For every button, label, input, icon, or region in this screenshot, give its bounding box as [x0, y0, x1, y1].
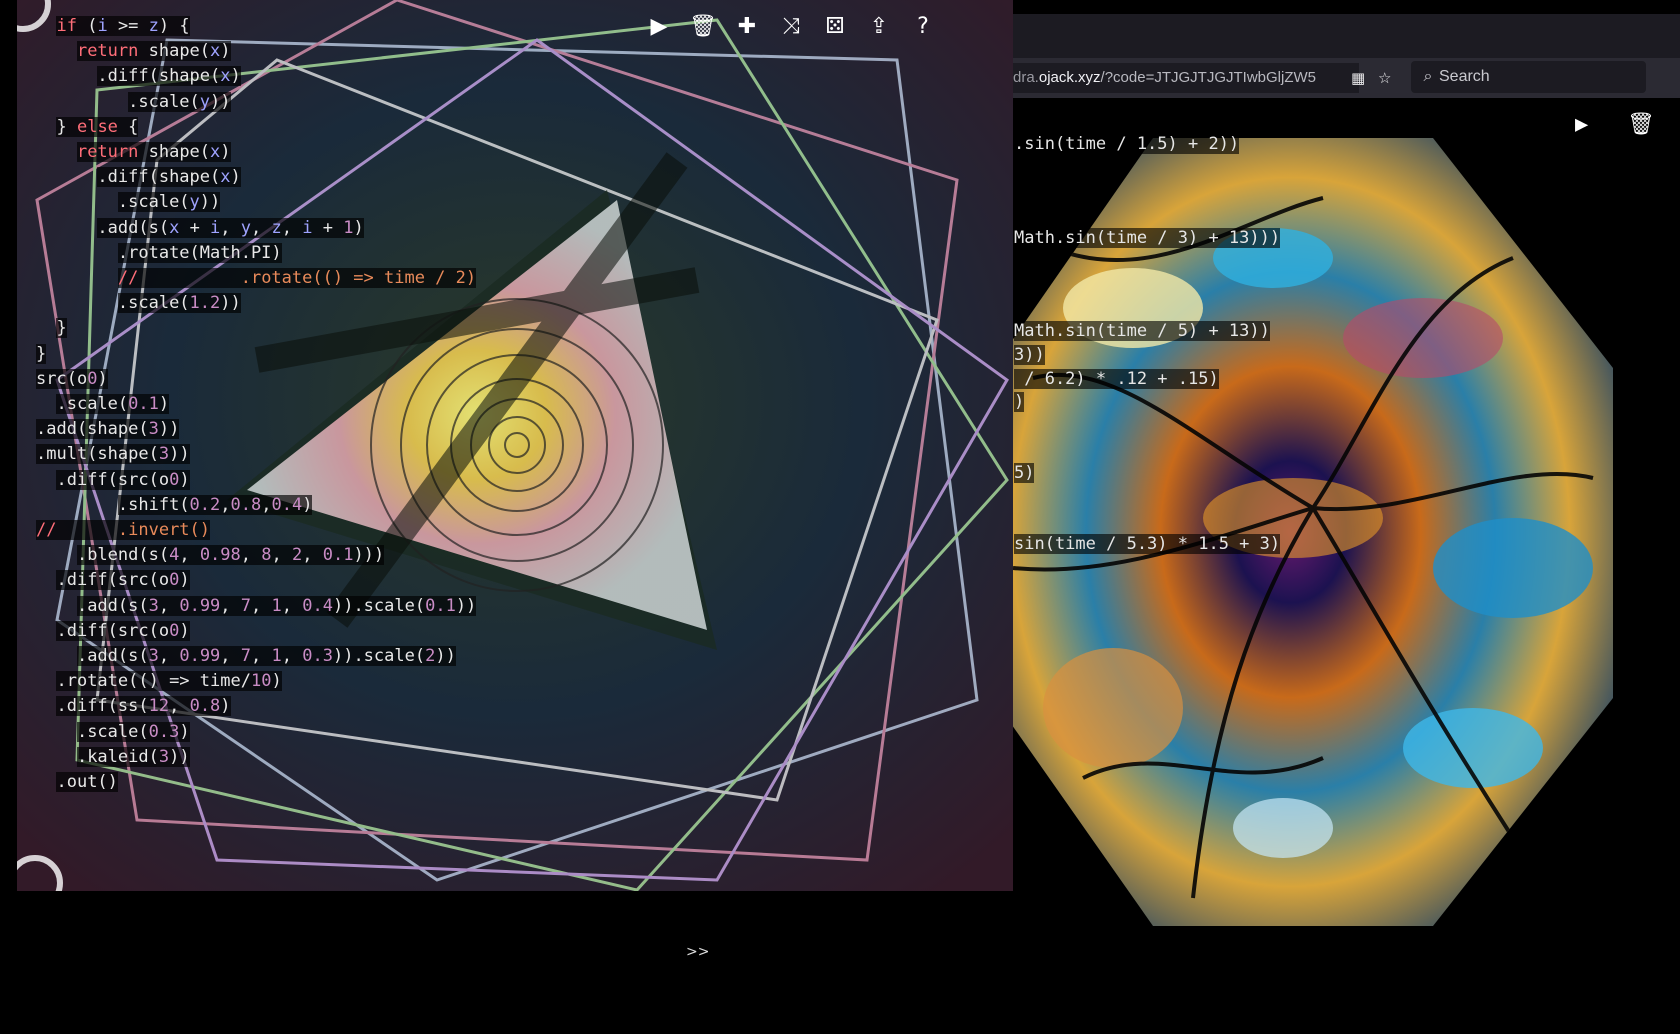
code-line[interactable]: .add(s(3, 0.99, 7, 1, 0.4)).scale(0.1)) [36, 594, 736, 619]
url-path: /?code=JTJGJTJGJTIwbGljZW5 [1100, 69, 1317, 86]
kaleidoscope-visual [1013, 138, 1613, 926]
code-line[interactable]: .diff(src(o0) [36, 568, 736, 593]
upload-icon[interactable]: ⇪ [857, 12, 901, 42]
code-line[interactable]: .kaleid(3)) [36, 745, 736, 770]
code-line[interactable]: .rotate(() => time/10) [36, 669, 736, 694]
url-prefix: dra. [1013, 69, 1039, 86]
code-line[interactable]: .scale(y)) [36, 90, 736, 115]
code-line[interactable]: .diff(src(o0) [36, 619, 736, 644]
code-line[interactable]: } [36, 342, 736, 367]
code-line[interactable]: return shape(x) [36, 140, 736, 165]
search-icon: ⌕ [1423, 68, 1433, 85]
code-line[interactable]: src(o0) [36, 367, 736, 392]
back-code-line-8: sin(time / 5.3) * 1.5 + 3) [1014, 534, 1281, 554]
code-line[interactable]: .diff(shape(x) [36, 64, 736, 89]
back-code-line-4: 3)) [1014, 345, 1045, 365]
browser-toolbar: dra.ojack.xyz/?code=JTJGJTJGJTIwbGljZW5 … [1013, 58, 1680, 98]
code-line[interactable]: .diff(ss(12, 0.8) [36, 694, 736, 719]
code-line[interactable]: .scale(y)) [36, 190, 736, 215]
shuffle-icon[interactable]: ⤨ [769, 12, 813, 42]
code-line[interactable]: // .invert() [36, 518, 736, 543]
code-line[interactable]: .diff(shape(x) [36, 165, 736, 190]
back-code-line-3: Math.sin(time / 5) + 13)) [1014, 321, 1270, 341]
url-bar[interactable]: dra.ojack.xyz/?code=JTJGJTJGJTIwbGljZW5 [1013, 63, 1359, 93]
background-hydra-canvas: .sin(time / 1.5) + 2)) Math.sin(time / 3… [1013, 98, 1680, 1034]
back-code-line-5: / 6.2) * .12 + .15) [1014, 369, 1219, 389]
code-line[interactable]: .shift(0.2,0.8,0.4) [36, 493, 736, 518]
background-browser-window: dra.ojack.xyz/?code=JTJGJTJGJTIwbGljZW5 … [1013, 0, 1680, 1034]
code-line[interactable]: .out() [36, 770, 736, 795]
code-line[interactable]: .scale(0.3) [36, 720, 736, 745]
code-line[interactable]: .scale(1.2)) [36, 291, 736, 316]
code-line[interactable]: .add(shape(3)) [36, 417, 736, 442]
back-code-line-7: 5) [1014, 463, 1035, 483]
url-host: ojack.xyz [1038, 69, 1101, 86]
code-line[interactable]: .mult(shape(3)) [36, 442, 736, 467]
hydra-canvas[interactable]: ▶ 🗑 ✚ ⤨ ⚄ ⇪? if (i >= z) { return shape(x) .d… [17, 0, 1013, 891]
code-editor[interactable]: if (i >= z) { return shape(x) .diff(shap… [36, 14, 736, 795]
dice-icon[interactable]: ⚄ [813, 12, 857, 42]
grid-icon[interactable]: ▦ [1351, 63, 1365, 93]
trash-icon[interactable]: 🗑 [1627, 112, 1655, 137]
code-line[interactable]: return shape(x) [36, 39, 736, 64]
back-code-line-1: .sin(time / 1.5) + 2)) [1014, 134, 1240, 154]
code-line[interactable]: .add(s(3, 0.99, 7, 1, 0.3)).scale(2)) [36, 644, 736, 669]
code-line[interactable]: .diff(src(o0) [36, 468, 736, 493]
code-line[interactable]: .blend(s(4, 0.98, 8, 2, 0.1))) [36, 543, 736, 568]
search-placeholder: Search [1439, 68, 1490, 85]
code-line[interactable]: } else { [36, 115, 736, 140]
code-line[interactable]: .add(s(x + i, y, z, i + 1) [36, 216, 736, 241]
back-code-line-6: ) [1014, 392, 1025, 412]
star-icon[interactable]: ☆ [1378, 63, 1391, 93]
search-input[interactable]: ⌕ Search [1411, 61, 1646, 93]
code-line[interactable]: // .rotate(() => time / 2) [36, 266, 736, 291]
play-icon[interactable]: ▶ [1575, 112, 1588, 137]
code-line[interactable]: .rotate(Math.PI) [36, 241, 736, 266]
code-line[interactable]: if (i >= z) { [36, 14, 736, 39]
back-code-line-2: Math.sin(time / 3) + 13))) [1014, 228, 1281, 248]
code-line[interactable]: .scale(0.1) [36, 392, 736, 417]
code-line[interactable]: } [36, 316, 736, 341]
browser-tab-bar [1013, 14, 1680, 58]
console-prompt: >> [686, 944, 710, 960]
help-icon[interactable]: ? [901, 12, 945, 42]
